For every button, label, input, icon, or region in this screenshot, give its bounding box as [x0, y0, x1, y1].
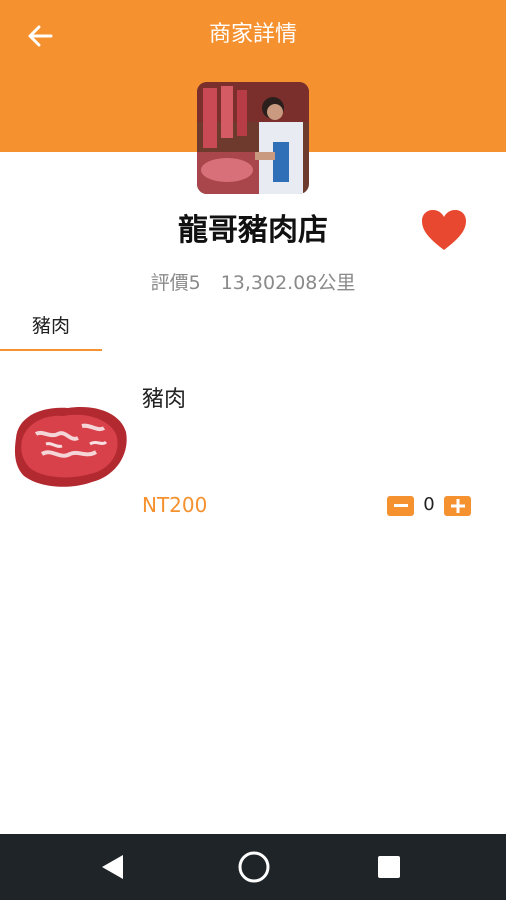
product-name: 豬肉 [142, 387, 187, 412]
store-meta: 評價5 13,302.08公里 [0, 266, 506, 300]
nav-back-button[interactable] [98, 852, 128, 886]
plus-icon [450, 499, 465, 513]
decrease-quantity-button[interactable] [387, 496, 414, 516]
quantity-value: 0 [423, 494, 435, 515]
nav-recents-button[interactable] [378, 856, 400, 882]
nav-home-icon [238, 851, 270, 883]
store-photo [197, 82, 309, 194]
tab-indicator [0, 349, 102, 351]
minus-icon [393, 504, 408, 507]
heart-icon [422, 210, 466, 250]
product-image [12, 398, 130, 492]
nav-recents-icon [378, 856, 400, 878]
nav-back-icon [102, 855, 123, 879]
page-title: 商家詳情 [208, 22, 297, 47]
system-nav-bar [0, 834, 506, 900]
increase-quantity-button[interactable] [444, 496, 471, 516]
store-rating: 評價5 [150, 272, 201, 294]
store-distance: 13,302.08公里 [220, 272, 356, 294]
favorite-button[interactable] [420, 208, 468, 252]
product-price: NT200 [142, 493, 208, 517]
nav-home-button[interactable] [237, 850, 271, 888]
tab-pork[interactable]: 豬肉 [0, 306, 102, 352]
